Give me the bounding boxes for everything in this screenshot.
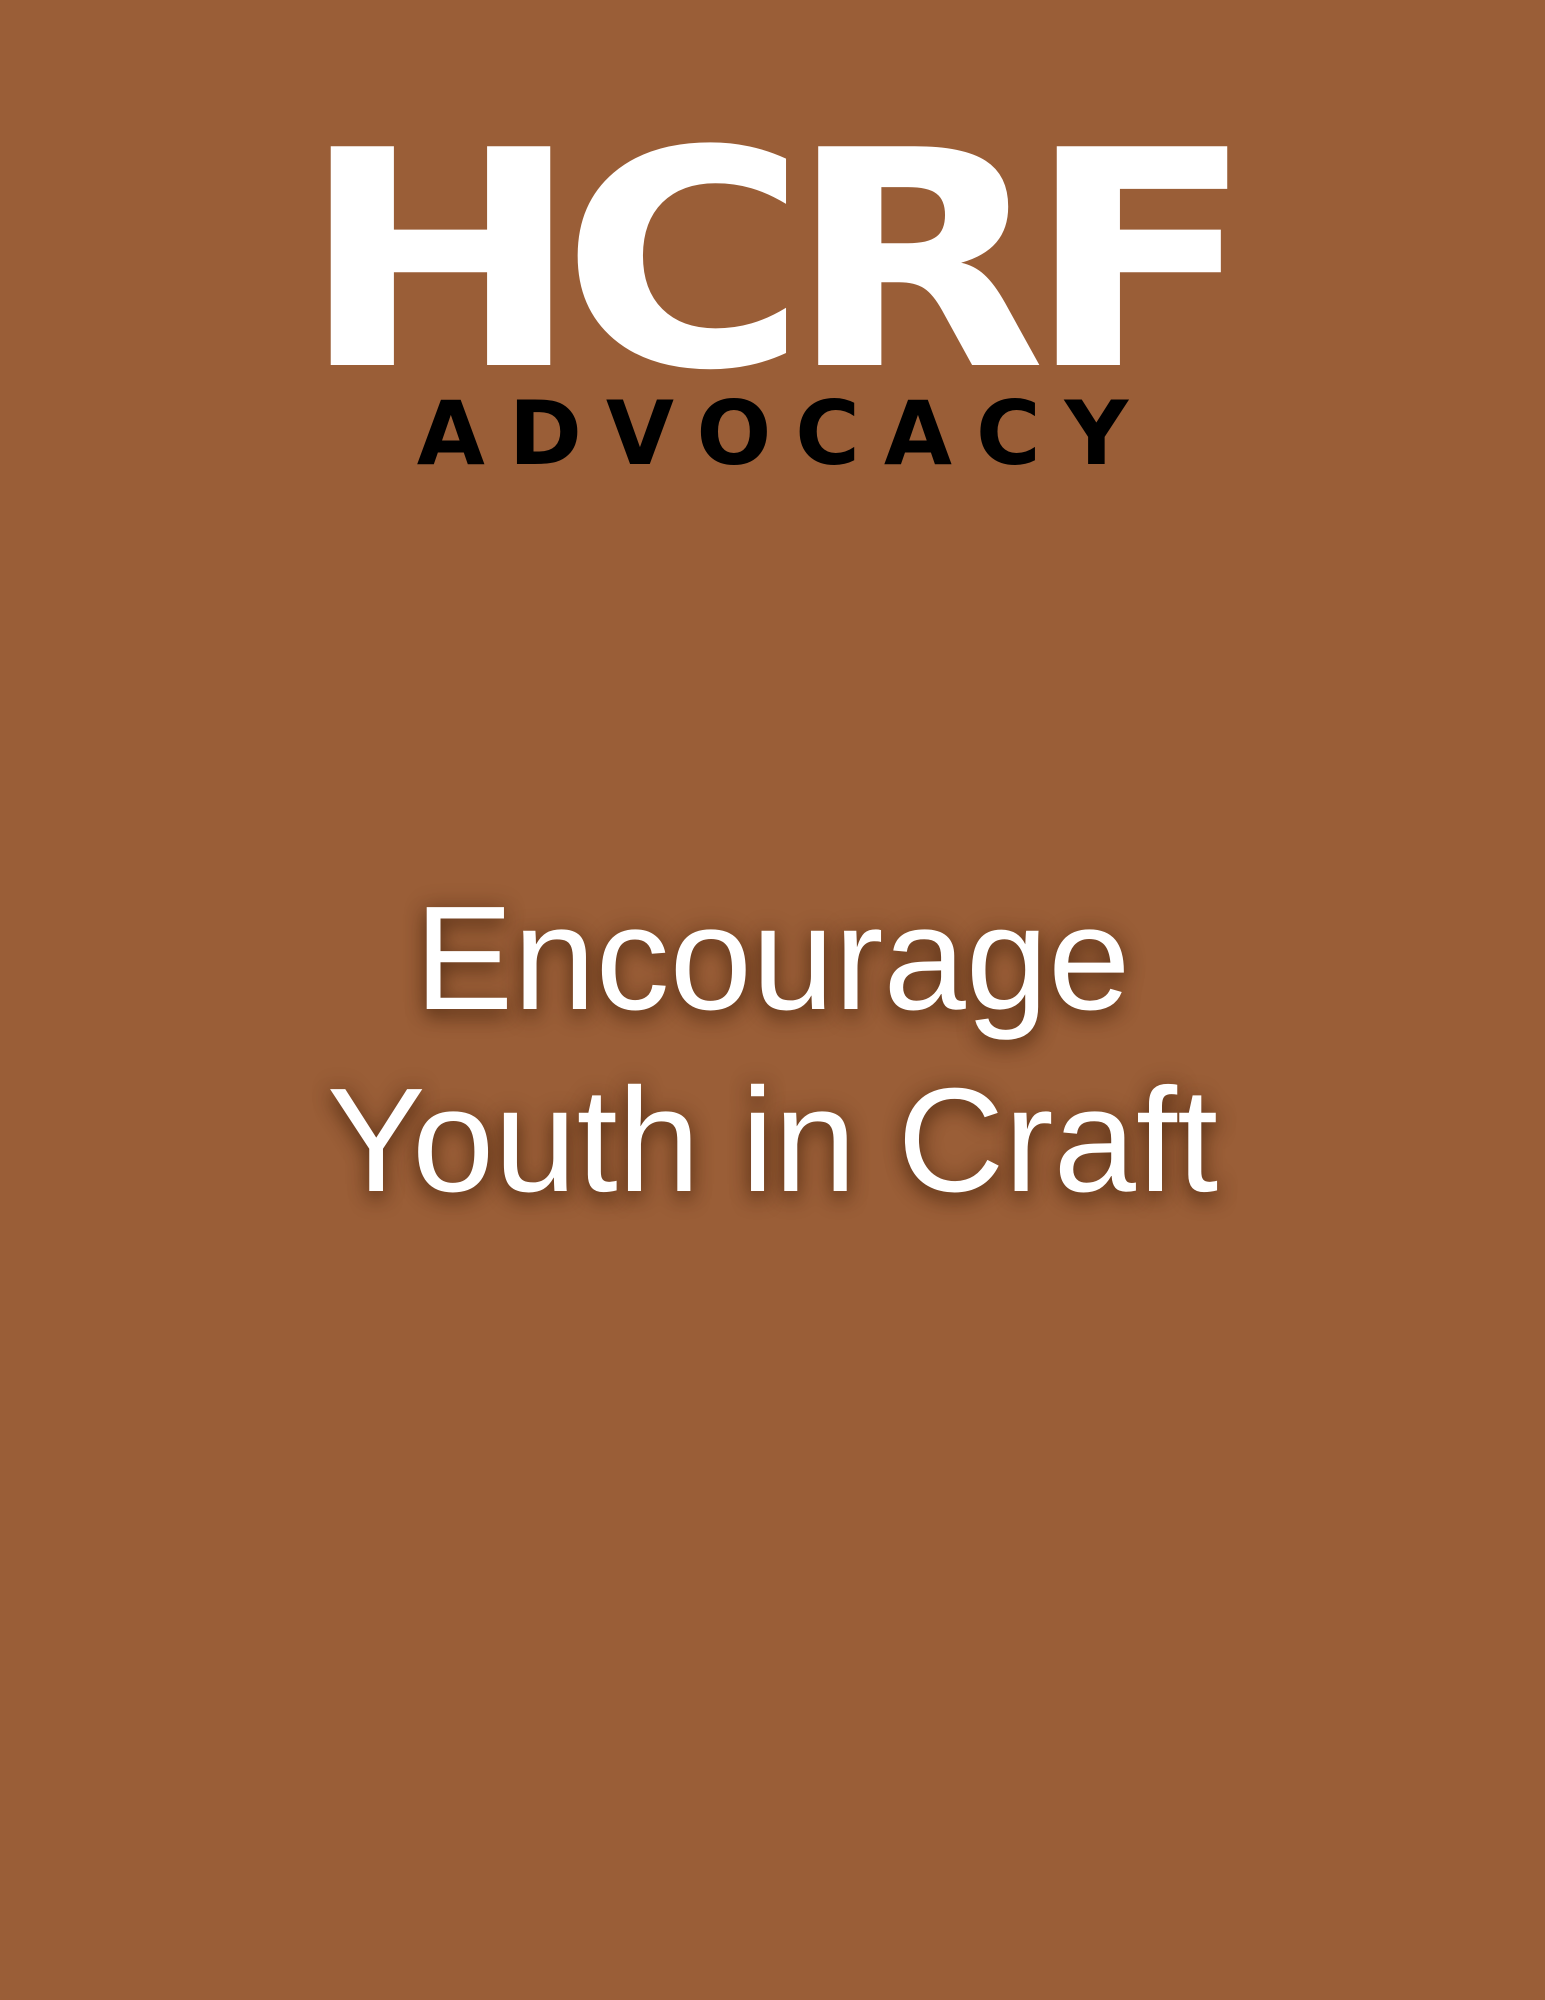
logo-subtitle: ADVOCACY — [416, 382, 1153, 485]
headline: Encourage Youth in Craft — [0, 868, 1545, 1232]
page: HCRF ADVOCACY Encourage Youth in Craft — [0, 0, 1545, 2000]
logo: HCRF — [0, 112, 1545, 412]
logo-mark: HCRF — [299, 87, 1256, 436]
headline-line-2: Youth in Craft — [326, 1058, 1219, 1223]
headline-line-1: Encourage — [414, 876, 1131, 1041]
